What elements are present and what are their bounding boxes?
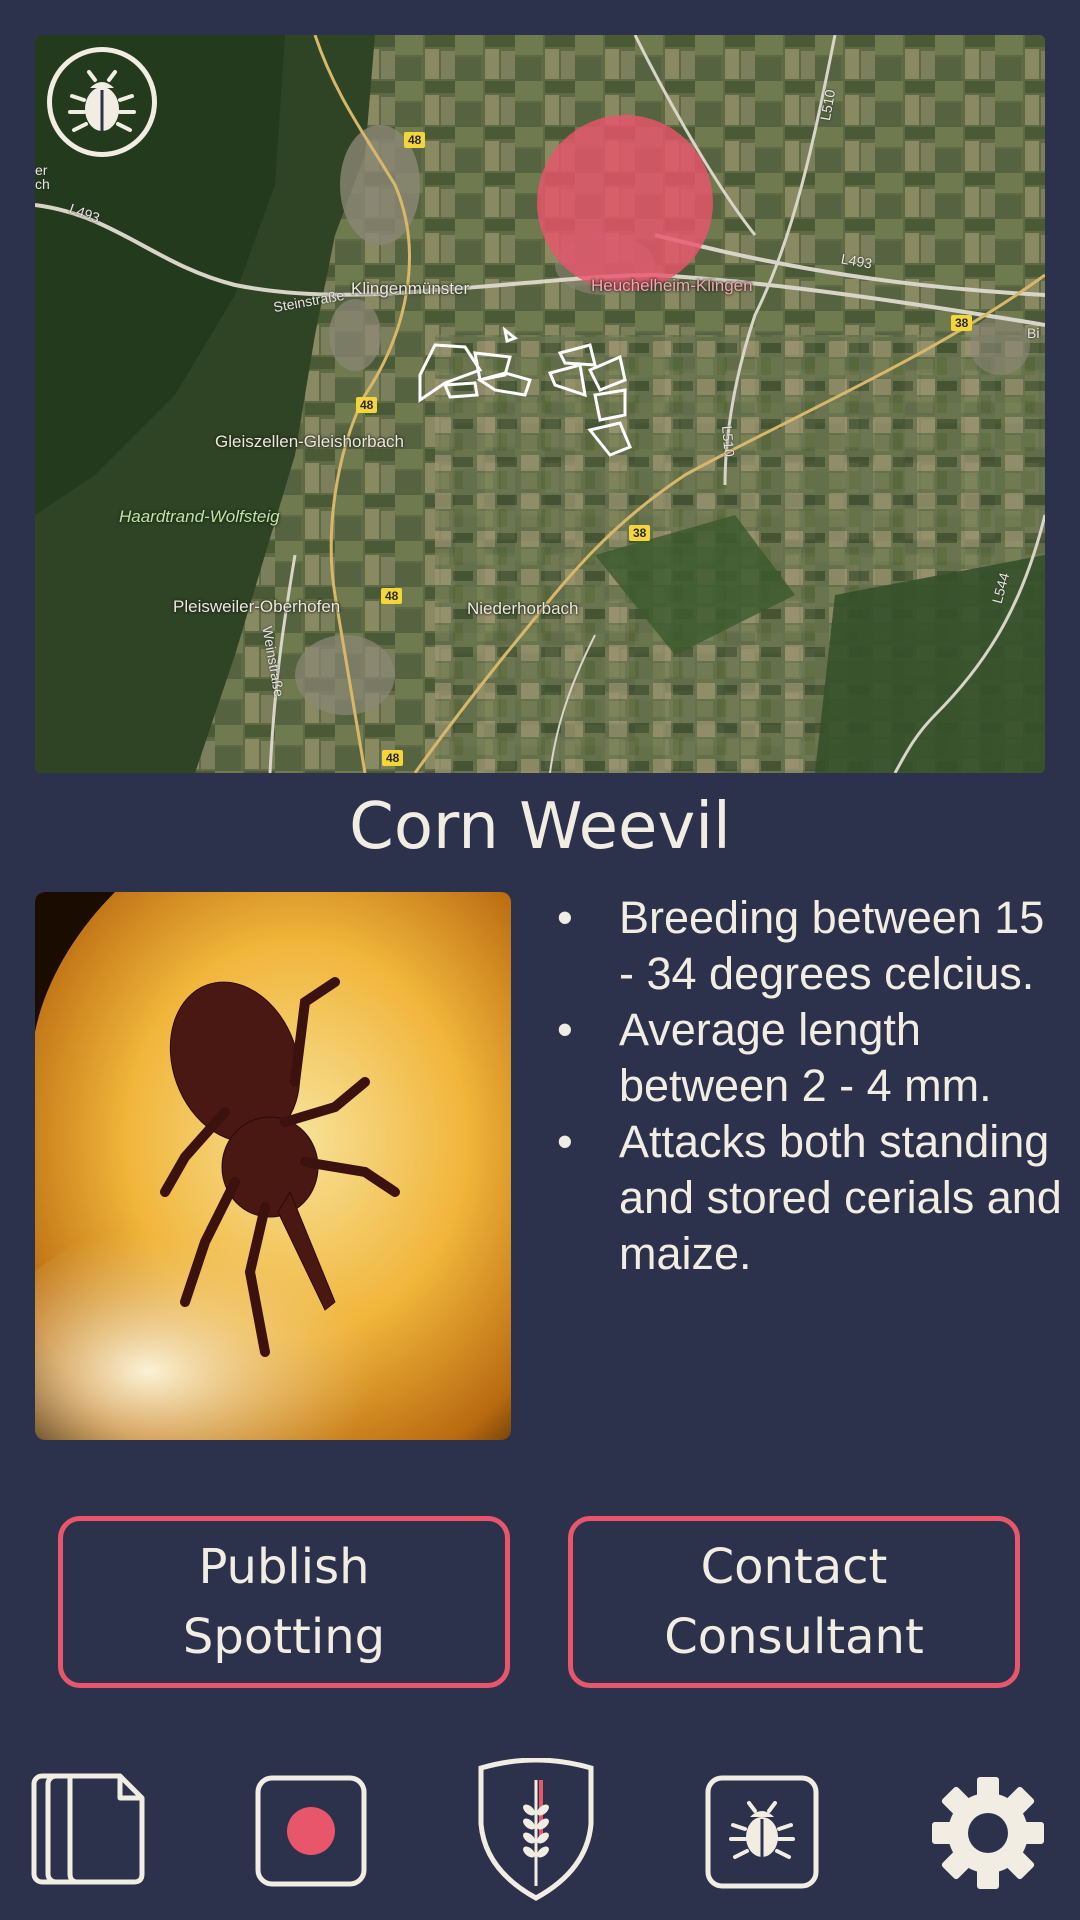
map-label-heuchelheim: Heuchelheim-Klingen xyxy=(591,276,753,295)
road-badge-48: 48 xyxy=(356,397,378,413)
map-label-pleisweiler: Pleisweiler-Oberhofen xyxy=(173,597,341,616)
documents-icon[interactable] xyxy=(30,1770,148,1892)
road-badge-48: 48 xyxy=(404,132,426,148)
map-label-haardtrand: Haardtrand-Wolfsteig xyxy=(119,507,280,526)
bullet: • xyxy=(557,892,573,943)
bug-icon xyxy=(705,1775,819,1889)
fact-text: Average length between 2 - 4 mm. xyxy=(619,1004,992,1111)
map-road-l510-mid: L510 xyxy=(719,425,738,458)
field-map[interactable]: Klingenmünster Heuchelheim-Klingen Gleis… xyxy=(35,35,1045,773)
pest-title: Corn Weevil xyxy=(349,790,731,864)
home-shield-button[interactable] xyxy=(475,1757,597,1906)
road-badge-38: 38 xyxy=(629,525,651,541)
contact-consultant-button[interactable]: Contact Consultant xyxy=(568,1516,1020,1688)
satellite-imagery xyxy=(35,35,1045,773)
publish-spotting-button[interactable]: Publish Spotting xyxy=(58,1516,510,1688)
weevil-photo-icon xyxy=(35,892,511,1440)
map-bug-button[interactable] xyxy=(47,47,157,157)
fact-text: Attacks both standing and stored cerials… xyxy=(619,1116,1062,1279)
map-label-klingenmunster: Klingenmünster xyxy=(351,279,470,298)
bullet: • xyxy=(557,1004,573,1055)
map-label-niederhorbach: Niederhorbach xyxy=(467,599,579,618)
fact-item: • Average length between 2 - 4 mm. xyxy=(545,1002,1065,1114)
map-edge-label-right: Bi xyxy=(1027,325,1040,341)
map-label-gleiszellen: Gleiszellen-Gleishorbach xyxy=(215,432,404,451)
spotting-zone-marker xyxy=(537,115,713,291)
settings-button[interactable] xyxy=(930,1775,1046,1895)
road-badge-48: 48 xyxy=(381,588,403,604)
bug-icon xyxy=(68,70,136,132)
pests-button[interactable] xyxy=(705,1775,819,1893)
fact-item: • Attacks both standing and stored ceria… xyxy=(545,1114,1065,1282)
pest-photo xyxy=(35,892,511,1440)
road-badge-38: 38 xyxy=(951,315,973,331)
record-button[interactable] xyxy=(255,1775,367,1891)
gear-icon xyxy=(932,1777,1044,1889)
record-icon xyxy=(255,1775,367,1887)
bullet: • xyxy=(557,1116,573,1167)
fact-item: • Breeding between 15 - 34 degrees celci… xyxy=(545,890,1065,1002)
map-edge-label-left: er ch xyxy=(35,162,50,192)
wheat-shield-icon xyxy=(478,1757,594,1901)
road-badge-48: 48 xyxy=(382,750,404,766)
pest-facts-list: • Breeding between 15 - 34 degrees celci… xyxy=(545,890,1065,1282)
fact-text: Breeding between 15 - 34 degrees celcius… xyxy=(619,892,1045,999)
